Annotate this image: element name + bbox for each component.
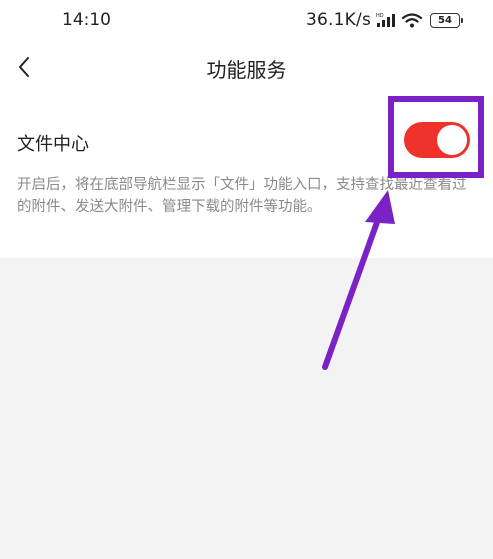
setting-description: 开启后，将在底部导航栏显示「文件」功能入口，支持查找最近查看过的附件、发送大附件… [17,177,467,215]
setting-title: 文件中心 [17,134,89,155]
signal-icon: HD [375,12,397,28]
network-speed: 36.1K/s [306,10,371,30]
wifi-icon [401,12,423,28]
hd-label: HD [376,13,384,19]
file-center-setting: 文件中心 开启后，将在底部导航栏显示「文件」功能入口，支持查找最近查看过的附件、… [0,102,493,258]
toggle-knob [437,125,467,155]
status-bar: 14:10 36.1K/s HD 54 [0,0,493,40]
nav-bar: 功能服务 [0,40,493,96]
status-time: 14:10 [62,10,111,30]
page-title: 功能服务 [206,58,287,82]
status-indicators: 36.1K/s HD 54 [306,10,463,30]
battery-indicator: 54 [430,12,463,28]
file-center-toggle[interactable] [404,122,470,158]
